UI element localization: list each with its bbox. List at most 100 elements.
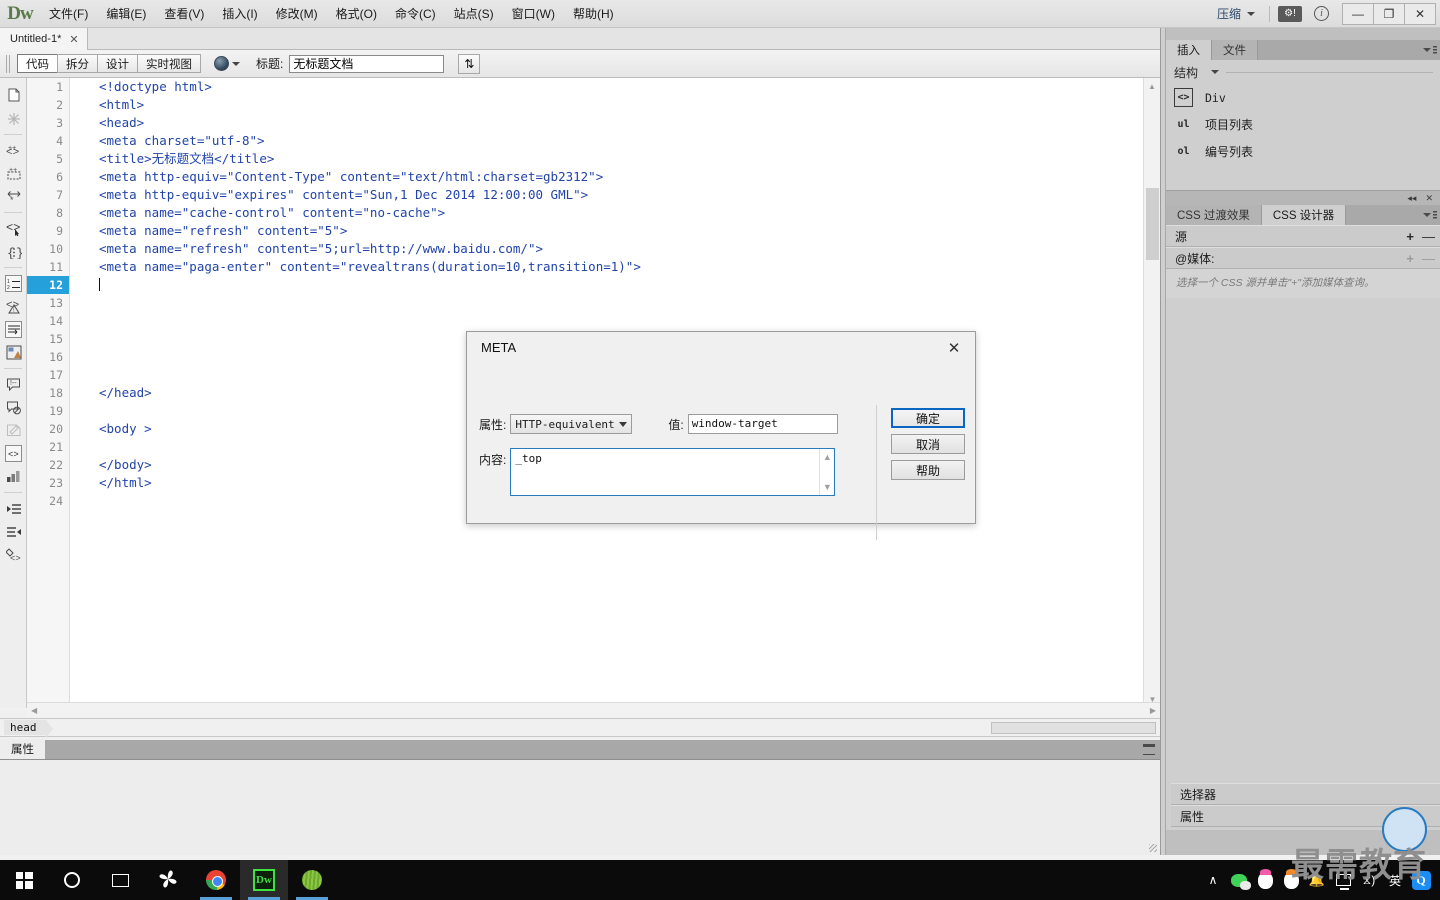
expand-all-icon[interactable]: <> xyxy=(0,442,27,465)
word-wrap-icon[interactable] xyxy=(0,318,27,341)
remove-comment-dropdown-icon[interactable] xyxy=(0,396,27,419)
code-vertical-scrollbar[interactable]: ▲ ▼ xyxy=(1143,78,1160,708)
menu-view[interactable]: 查看(V) xyxy=(155,2,213,26)
insert-category-selector[interactable]: 结构 xyxy=(1166,60,1440,84)
meta-attribute-row: 属性: HTTP-equivalent 值: window-target xyxy=(479,414,838,434)
menu-file[interactable]: 文件(F) xyxy=(40,2,97,26)
properties-tab[interactable]: 属性 xyxy=(0,739,45,759)
line-numbers-icon[interactable]: 12 xyxy=(0,272,27,295)
close-icon[interactable]: ✕ xyxy=(1425,193,1433,204)
bug-report-icon[interactable]: ⚙! xyxy=(1278,5,1302,22)
windows-logo-icon xyxy=(15,871,33,889)
task-view-button[interactable] xyxy=(96,860,144,900)
tab-css-transitions[interactable]: CSS 过渡效果 xyxy=(1166,205,1262,225)
indent-code-icon[interactable] xyxy=(0,497,27,520)
insert-item-ordered-list[interactable]: ol 编号列表 xyxy=(1166,138,1440,165)
divider xyxy=(4,134,22,135)
content-textarea[interactable]: _top ▲ ▼ xyxy=(510,448,836,496)
file-management-button[interactable] xyxy=(214,56,240,71)
add-source-button[interactable]: + xyxy=(1406,229,1414,244)
select-parent-tag-icon[interactable]: <> xyxy=(0,217,27,240)
toolbar-grip[interactable] xyxy=(6,54,11,73)
minimize-button[interactable]: — xyxy=(1342,2,1374,25)
tab-css-designer[interactable]: CSS 设计器 xyxy=(1261,205,1347,225)
show-hidden-icons-button[interactable]: ∧ xyxy=(1200,860,1226,900)
apply-comment-dropdown-icon[interactable]: !-- xyxy=(0,373,27,396)
menu-commands[interactable]: 命令(C) xyxy=(386,2,445,26)
panel-menu-icon[interactable] xyxy=(1423,209,1437,221)
meta-dialog[interactable]: META ✕ 属性: HTTP-equivalent 值: window-tar… xyxy=(466,331,976,540)
menu-modify[interactable]: 修改(M) xyxy=(267,2,327,26)
close-button[interactable]: ✕ xyxy=(1404,2,1436,25)
line-number: 4 xyxy=(56,134,63,148)
green-app-button[interactable] xyxy=(288,860,336,900)
chrome-app-button[interactable] xyxy=(192,860,240,900)
value-input[interactable]: window-target xyxy=(687,414,838,434)
edit-tag-icon[interactable] xyxy=(0,419,27,442)
scroll-right-icon[interactable]: ▶ xyxy=(1150,706,1156,715)
format-source-icon[interactable]: <> xyxy=(0,543,27,566)
panel-menu-icon[interactable] xyxy=(1143,744,1155,755)
view-design-button[interactable]: 设计 xyxy=(97,54,138,73)
wrap-tag-icon[interactable]: * xyxy=(0,185,27,208)
code-horizontal-scrollbar[interactable]: ◀ ▶ xyxy=(27,702,1160,717)
scroll-up-icon[interactable]: ▲ xyxy=(823,452,832,462)
start-button[interactable] xyxy=(0,860,48,900)
menu-insert[interactable]: 插入(I) xyxy=(213,2,266,26)
attribute-select[interactable]: HTTP-equivalent xyxy=(510,414,633,434)
insert-item-div[interactable]: <> Div xyxy=(1166,84,1440,111)
menu-site[interactable]: 站点(S) xyxy=(445,2,503,26)
close-icon[interactable]: ✕ xyxy=(933,332,975,363)
pinwheel-app-button[interactable] xyxy=(144,860,192,900)
css-sources-header: 源 + — xyxy=(1166,225,1440,247)
view-live-button[interactable]: 实时视图 xyxy=(137,54,201,73)
remove-media-query-button[interactable]: — xyxy=(1422,251,1435,266)
close-icon[interactable]: ✕ xyxy=(69,33,78,46)
outdent-code-icon[interactable] xyxy=(0,520,27,543)
content-textarea-scrollbar[interactable]: ▲ ▼ xyxy=(819,449,835,495)
scroll-left-icon[interactable]: ◀ xyxy=(31,706,37,715)
cortana-search-button[interactable] xyxy=(48,860,96,900)
tab-files[interactable]: 文件 xyxy=(1212,40,1258,60)
menu-edit[interactable]: 编辑(E) xyxy=(97,2,155,26)
apply-comment-icon[interactable]: <> ++ xyxy=(0,139,27,162)
restore-button[interactable]: ❐ xyxy=(1373,2,1405,25)
syntax-color-icon[interactable] xyxy=(0,341,27,364)
scroll-up-icon[interactable]: ▲ xyxy=(1144,78,1160,95)
view-code-button[interactable]: 代码 xyxy=(17,54,58,73)
balance-braces-icon[interactable]: {} xyxy=(0,240,27,263)
line-number: 21 xyxy=(49,440,63,454)
document-tab-untitled-1[interactable]: Untitled-1* ✕ xyxy=(0,28,88,50)
scrollbar-thumb[interactable] xyxy=(1146,188,1159,260)
panel-menu-icon[interactable] xyxy=(1423,44,1437,56)
remove-comment-icon[interactable]: ++ xyxy=(0,162,27,185)
view-split-button[interactable]: 拆分 xyxy=(57,54,98,73)
highlight-invalid-code-icon[interactable]: <>! xyxy=(0,295,27,318)
svg-text:}: } xyxy=(16,246,22,259)
wechat-tray-icon[interactable] xyxy=(1226,860,1252,900)
workspace-switcher[interactable]: 压缩 xyxy=(1211,5,1261,22)
help-button[interactable]: 帮助 xyxy=(891,460,965,480)
qq-tray-icon-1[interactable] xyxy=(1252,860,1278,900)
menu-window[interactable]: 窗口(W) xyxy=(503,2,564,26)
tab-insert[interactable]: 插入 xyxy=(1166,40,1212,60)
upload-download-icon[interactable]: ⇅ xyxy=(458,53,481,74)
add-media-query-button[interactable]: + xyxy=(1406,251,1414,266)
tag-selector-head[interactable]: head xyxy=(4,720,52,738)
info-icon[interactable]: i xyxy=(1314,6,1329,21)
scroll-down-icon[interactable]: ▼ xyxy=(823,482,832,492)
line-number: 19 xyxy=(49,404,63,418)
collapse-full-tag-icon[interactable] xyxy=(0,465,27,488)
ok-button[interactable]: 确定 xyxy=(891,408,965,428)
dreamweaver-app-button[interactable]: Dw xyxy=(240,860,288,900)
page-title-input[interactable]: 无标题文档 xyxy=(289,54,445,73)
remove-source-button[interactable]: — xyxy=(1422,229,1435,244)
collapse-to-icons-icon[interactable]: ◂◂ xyxy=(1407,193,1416,204)
menu-format[interactable]: 格式(O) xyxy=(327,2,386,26)
cancel-button[interactable]: 取消 xyxy=(891,434,965,454)
menu-help[interactable]: 帮助(H) xyxy=(564,2,623,26)
highlight-invalid-icon[interactable] xyxy=(0,107,27,130)
window-size-indicator[interactable] xyxy=(991,722,1156,734)
insert-item-unordered-list[interactable]: ul 项目列表 xyxy=(1166,111,1440,138)
open-documents-icon[interactable] xyxy=(0,84,27,107)
